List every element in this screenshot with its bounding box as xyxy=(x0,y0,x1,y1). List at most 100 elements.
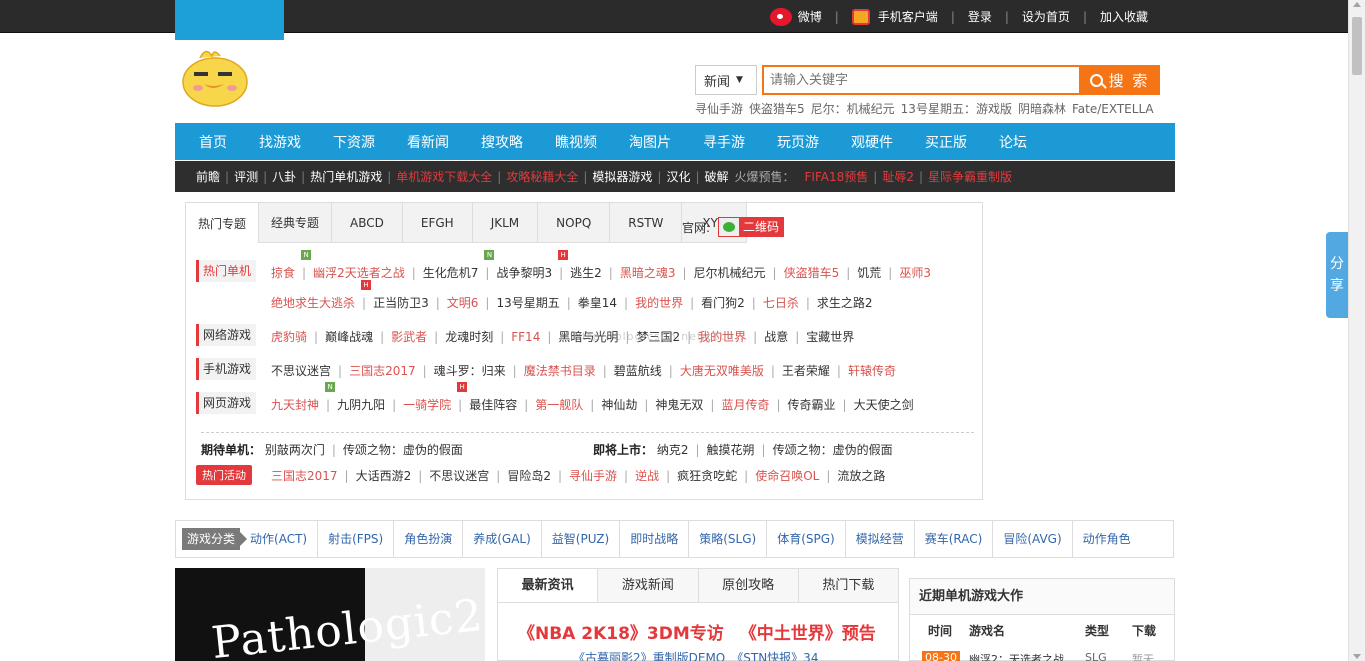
game-link[interactable]: 大天使之剑 xyxy=(854,396,914,413)
tab-game-news[interactable]: 游戏新闻 xyxy=(598,569,699,602)
nav-item[interactable]: 找游戏 xyxy=(243,132,317,152)
nav-item[interactable]: 论坛 xyxy=(983,132,1043,152)
tab-jklm[interactable]: JKLM xyxy=(472,203,539,243)
genre-item[interactable]: 冒险(AVG) xyxy=(993,520,1073,558)
nav-item[interactable]: 看新闻 xyxy=(391,132,465,152)
game-link[interactable]: 王者荣耀 | xyxy=(782,362,848,379)
game-link[interactable]: 一骑学院 H | xyxy=(403,382,469,413)
game-link[interactable]: 不思议迷宫 | xyxy=(429,467,507,484)
game-link[interactable]: 文明6 | xyxy=(447,294,497,311)
game-link[interactable]: 三国志2017 | xyxy=(271,467,356,484)
tab-original-guides[interactable]: 原创攻略 xyxy=(699,569,799,602)
genre-item[interactable]: 策略(SLG) xyxy=(689,520,768,558)
mascot-chick-logo[interactable] xyxy=(178,44,252,108)
game-link[interactable]: 神鬼无双 | xyxy=(655,396,721,413)
mobile-client-link[interactable]: 手机客户端 xyxy=(842,8,948,25)
game-link[interactable]: 正当防卫3 | xyxy=(373,294,447,311)
scroll-down-arrow-icon[interactable] xyxy=(1353,654,1361,659)
tab-classic-topics[interactable]: 经典专题 xyxy=(259,203,333,243)
tab-efgh[interactable]: EFGH xyxy=(402,203,473,243)
nav-item[interactable]: 寻手游 xyxy=(687,132,761,152)
sub-nav-item[interactable]: 评测 xyxy=(234,168,258,185)
preview-item[interactable]: 星际争霸重制版 xyxy=(928,168,1012,185)
game-link[interactable]: 不思议迷宫 | xyxy=(271,362,349,379)
game-link[interactable]: 13号星期五 | xyxy=(496,294,577,311)
search-type-select[interactable]: 新闻 ▼ xyxy=(695,65,757,95)
game-link[interactable]: 传奇霸业 | xyxy=(788,396,854,413)
preview-item[interactable]: 耻辱2 xyxy=(882,168,914,185)
feature-banner[interactable]: Pathologic2 xyxy=(175,568,485,661)
game-name[interactable]: 幽浮2：天选者之战 xyxy=(969,651,1064,661)
preview-item[interactable]: FIFA18预售 xyxy=(805,168,869,185)
headline-link[interactable]: 《中土世界》预告 xyxy=(740,624,876,644)
genre-item[interactable]: 射击(FPS) xyxy=(318,520,395,558)
tab-latest-news[interactable]: 最新资讯 xyxy=(498,569,599,602)
genre-item[interactable]: 即时战略 xyxy=(620,520,690,558)
scroll-up-arrow-icon[interactable] xyxy=(1353,2,1361,7)
hot-word[interactable]: Fate/EXTELLA xyxy=(1072,102,1154,116)
tab-rstw[interactable]: RSTW xyxy=(610,203,683,243)
sub-nav-item[interactable]: 前瞻 xyxy=(196,168,220,185)
game-link[interactable]: 战争黎明3 H | xyxy=(496,250,570,281)
soon-item[interactable]: 传颂之物：虚伪的假面 xyxy=(773,443,893,457)
game-link[interactable]: FF14 | xyxy=(511,328,558,345)
game-link[interactable]: 影武者 | xyxy=(391,328,445,345)
game-link[interactable]: 魔法禁书目录 | xyxy=(524,362,614,379)
nav-item[interactable]: 淘图片 xyxy=(613,132,687,152)
genre-item[interactable]: 角色扮演 xyxy=(394,520,464,558)
nav-item[interactable]: 玩页游 xyxy=(761,132,835,152)
game-link[interactable]: 冒险岛2 | xyxy=(507,467,569,484)
sub-nav-item[interactable]: 攻略秘籍大全 xyxy=(506,168,578,185)
tab-hot-downloads[interactable]: 热门下载 xyxy=(799,569,898,602)
nav-item[interactable]: 买正版 xyxy=(909,132,983,152)
game-link[interactable]: 七日杀 | xyxy=(763,294,817,311)
hot-word[interactable]: 寻仙手游 xyxy=(695,102,743,116)
nav-item[interactable]: 搜攻略 xyxy=(465,132,539,152)
hot-word[interactable]: 13号星期五：游戏版 xyxy=(901,102,1012,116)
game-link[interactable]: 轩辕传奇 xyxy=(848,362,896,379)
game-link[interactable]: 巅峰战魂 | xyxy=(325,328,391,345)
nav-item[interactable]: 下资源 xyxy=(317,132,391,152)
nav-item[interactable]: 瞧视频 xyxy=(539,132,613,152)
genre-item[interactable]: 体育(SPG) xyxy=(767,520,846,558)
tab-nopq[interactable]: NOPQ xyxy=(538,203,611,243)
game-link[interactable]: 逆战 | xyxy=(635,467,677,484)
sub-nav-item[interactable]: 热门单机游戏 xyxy=(310,168,382,185)
game-link[interactable]: 三国志2017 | xyxy=(349,362,434,379)
news-subline[interactable]: 《古墓丽影2》重制版DEMO 《STN快报》34 xyxy=(573,649,818,661)
hot-word[interactable]: 侠盗猎车5 xyxy=(749,102,805,116)
download-status[interactable]: 暂无 xyxy=(1132,651,1154,661)
hot-word[interactable]: 尼尔：机械纪元 xyxy=(811,102,895,116)
tab-hot-topics[interactable]: 热门专题 xyxy=(186,203,260,243)
game-link[interactable]: 生化危机7 N | xyxy=(423,250,497,281)
game-link[interactable]: 九天封神 N | xyxy=(271,382,337,413)
game-link[interactable]: 大话西游2 | xyxy=(356,467,430,484)
sub-nav-item[interactable]: 破解 xyxy=(705,168,729,185)
genre-item[interactable]: 动作角色 xyxy=(1073,520,1141,558)
login-link[interactable]: 登录 xyxy=(958,8,1002,25)
game-link[interactable]: 尼尔机械纪元 | xyxy=(694,264,784,281)
genre-item[interactable]: 益智(PUZ) xyxy=(542,520,621,558)
sub-nav-item[interactable]: 模拟器游戏 xyxy=(592,168,652,185)
game-link[interactable]: 拳皇14 | xyxy=(578,294,635,311)
game-link[interactable]: 战意 | xyxy=(764,328,806,345)
genre-item[interactable]: 赛车(RAC) xyxy=(915,520,994,558)
game-link[interactable]: 虎豹骑 | xyxy=(271,328,325,345)
game-link[interactable]: 逃生2 | xyxy=(570,264,620,281)
game-link[interactable]: 神仙劫 | xyxy=(601,396,655,413)
game-link[interactable]: 使命召唤OL | xyxy=(755,467,837,484)
game-link[interactable]: 龙魂时刻 | xyxy=(445,328,511,345)
set-homepage-link[interactable]: 设为首页 xyxy=(1012,8,1080,25)
game-link[interactable]: 大唐无双唯美版 | xyxy=(680,362,782,379)
soon-item[interactable]: 触摸花朔 xyxy=(707,443,755,457)
tab-abcd[interactable]: ABCD xyxy=(332,203,403,243)
game-link[interactable]: 最佳阵容 | xyxy=(469,396,535,413)
game-link[interactable]: 寻仙手游 | xyxy=(569,467,635,484)
nav-item[interactable]: 观硬件 xyxy=(835,132,909,152)
game-link[interactable]: 流放之路 xyxy=(837,467,885,484)
site-logo-block[interactable] xyxy=(175,0,284,40)
game-link[interactable]: 幽浮2天选者之战 | xyxy=(313,264,423,281)
game-link[interactable]: 蓝月传奇 | xyxy=(721,396,787,413)
game-link[interactable]: 黑暗之魂3 | xyxy=(620,264,694,281)
page-scrollbar[interactable] xyxy=(1348,0,1365,661)
